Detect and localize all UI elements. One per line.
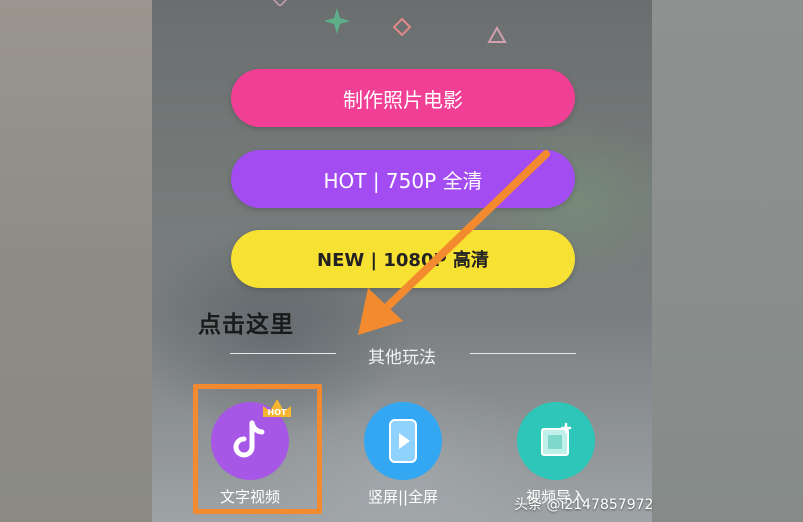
watermark-text: 头条 @i2147857972 (514, 497, 654, 513)
pointer-arrow-icon (358, 150, 550, 335)
